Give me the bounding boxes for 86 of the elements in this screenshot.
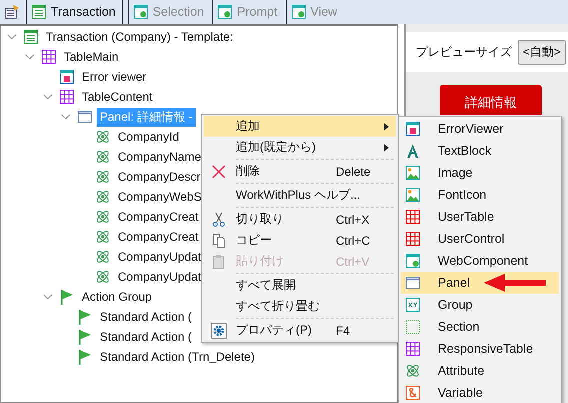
atom-icon xyxy=(95,189,111,205)
menu-item[interactable]: WorkWithPlus ヘルプ... xyxy=(204,185,396,206)
tree-item[interactable]: CompanyWebS xyxy=(115,189,205,205)
flag-icon xyxy=(77,349,93,365)
tree-item[interactable]: TableMain xyxy=(61,49,122,65)
grid-icon xyxy=(405,341,421,357)
image-icon xyxy=(405,165,421,181)
atom-icon xyxy=(95,269,111,285)
flag-icon xyxy=(59,289,75,305)
gear-icon xyxy=(211,322,227,338)
clipboard-icon xyxy=(211,254,227,270)
preview-button[interactable]: 詳細情報 xyxy=(440,85,542,115)
menu-item[interactable]: 削除 Delete xyxy=(204,161,396,182)
ampersand-icon xyxy=(405,385,421,401)
window-icon xyxy=(217,4,234,20)
grid-icon xyxy=(59,89,75,105)
menu-item[interactable]: FontIcon xyxy=(401,184,559,206)
error-page-icon xyxy=(405,121,421,137)
chevron-icon[interactable] xyxy=(43,92,53,102)
tree-item[interactable]: Standard Action ( xyxy=(97,309,196,325)
atom-icon xyxy=(405,363,421,379)
tree-item[interactable]: Action Group xyxy=(79,289,156,305)
menu-item[interactable]: UserTable xyxy=(401,206,559,228)
menu-item[interactable]: 追加 xyxy=(204,116,396,137)
tree-item[interactable]: CompanyUpdat xyxy=(115,249,204,265)
tree-item[interactable]: CompanyCreat xyxy=(115,209,202,225)
menu-item[interactable]: 追加(既定から) xyxy=(204,137,396,158)
tree-item[interactable]: CompanyUpdat xyxy=(115,269,204,285)
atom-icon xyxy=(95,169,111,185)
tree-item[interactable]: Standard Action ( xyxy=(97,329,196,345)
dotted-square-icon xyxy=(405,319,421,335)
window-icon xyxy=(31,4,47,20)
atom-icon xyxy=(95,209,111,225)
atom-icon xyxy=(95,129,111,145)
menu-item[interactable]: Variable xyxy=(401,382,559,403)
tree-item[interactable]: CompanyCreat xyxy=(115,229,202,245)
menu-item[interactable]: すべて折り畳む xyxy=(204,296,396,317)
image-icon xyxy=(405,187,421,203)
menu-item[interactable]: Panel xyxy=(401,272,559,294)
chevron-icon[interactable] xyxy=(43,292,53,302)
size-dropdown[interactable]: <自動> xyxy=(518,40,566,64)
atom-icon xyxy=(95,149,111,165)
tree-item[interactable]: Transaction (Company) - Template: xyxy=(43,29,236,45)
error-page-icon xyxy=(59,69,75,85)
scissors-icon xyxy=(211,212,227,228)
properties-icon[interactable] xyxy=(4,4,20,20)
menu-item[interactable]: プロパティ(P) F4 xyxy=(204,320,396,341)
xy-icon xyxy=(405,297,421,313)
menu-item[interactable]: Group xyxy=(401,294,559,316)
preview-size-label: プレビューサイズ xyxy=(416,44,512,60)
grid-icon xyxy=(41,49,57,65)
tab[interactable]: Transaction xyxy=(26,0,123,24)
copy-icon xyxy=(211,232,227,248)
menu-item[interactable]: 切り取り Ctrl+X xyxy=(204,209,396,230)
menu-item[interactable]: ResponsiveTable xyxy=(401,338,559,360)
tree-item[interactable]: Error viewer xyxy=(79,69,150,85)
chevron-icon[interactable] xyxy=(61,112,71,122)
tree-item[interactable]: CompanyName xyxy=(115,149,204,165)
window-icon xyxy=(132,4,149,20)
menu-item[interactable]: Image xyxy=(401,162,559,184)
menu-item[interactable]: WebComponent xyxy=(401,250,559,272)
chevron-icon[interactable] xyxy=(25,52,35,62)
atom-icon xyxy=(95,249,111,265)
panel-icon xyxy=(77,109,93,125)
window-icon xyxy=(290,4,307,20)
delete-icon xyxy=(211,164,227,180)
menu-item[interactable]: すべて展開 xyxy=(204,275,396,296)
grid-icon xyxy=(405,231,421,247)
window-icon xyxy=(23,29,39,45)
atom-icon xyxy=(95,229,111,245)
tree-item[interactable]: TableContent xyxy=(79,89,156,105)
menu-item[interactable]: Section xyxy=(401,316,559,338)
tree-item[interactable]: CompanyId xyxy=(115,129,182,145)
menu-item[interactable]: UserControl xyxy=(401,228,559,250)
tree-item[interactable]: Standard Action (Trn_Delete) xyxy=(97,349,258,365)
flag-icon xyxy=(77,329,93,345)
tree-item[interactable]: CompanyDescr xyxy=(115,169,204,185)
flag-icon xyxy=(77,309,93,325)
menu-item[interactable]: ErrorViewer xyxy=(401,118,559,140)
menu-item[interactable]: Attribute xyxy=(401,360,559,382)
menu-item[interactable]: TextBlock xyxy=(401,140,559,162)
menu-item[interactable]: コピー Ctrl+C xyxy=(204,230,396,251)
chevron-icon[interactable] xyxy=(7,32,17,42)
letter-icon xyxy=(405,143,421,159)
panel-icon xyxy=(405,275,421,291)
grid-icon xyxy=(405,209,421,225)
